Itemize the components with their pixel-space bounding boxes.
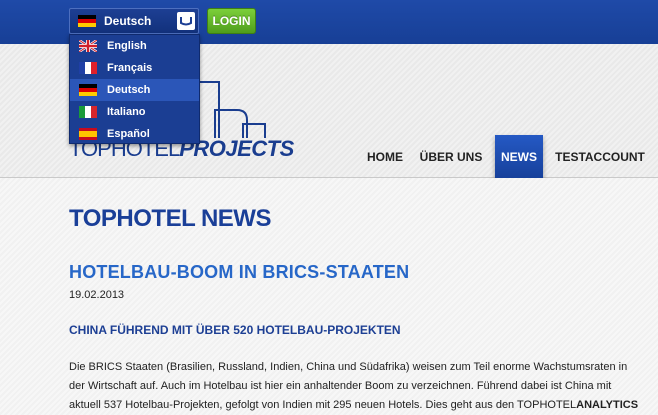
article-body-line: aktuell 537 Hotelbau-Projekten, gefolgt …	[69, 396, 658, 415]
spain-flag-icon	[79, 128, 97, 140]
nav-home[interactable]: HOME	[363, 137, 407, 177]
language-item-espanol[interactable]: Español	[70, 123, 199, 145]
article-title[interactable]: HOTELBAU-BOOM IN BRICS-STAATEN	[69, 262, 409, 283]
article-body-line: der Wirtschaft auf. Auch im Hotelbau ist…	[69, 380, 612, 392]
language-item-label: Deutsch	[107, 84, 151, 96]
article-body-line: Die BRICS Staaten (Brasilien, Russland, …	[69, 361, 628, 373]
language-item-deutsch[interactable]: Deutsch	[70, 79, 199, 101]
nav-news[interactable]: NEWS	[495, 135, 543, 179]
language-menu: English Français Deutsch Italiano Españo…	[69, 34, 200, 144]
article-body: Die BRICS Staaten (Brasilien, Russland, …	[69, 358, 658, 415]
article-body-highlight: ANALYTICS	[576, 399, 639, 411]
nav-ueber-uns[interactable]: ÜBER UNS	[417, 137, 485, 177]
language-item-italiano[interactable]: Italiano	[70, 101, 199, 123]
language-item-label: Español	[107, 128, 150, 140]
language-item-label: English	[107, 40, 147, 52]
language-item-francais[interactable]: Français	[70, 57, 199, 79]
language-item-english[interactable]: English	[70, 35, 199, 57]
article-date: 19.02.2013	[69, 289, 125, 301]
france-flag-icon	[79, 62, 97, 74]
language-item-label: Italiano	[107, 106, 146, 118]
language-select-value: Deutsch	[104, 14, 152, 28]
germany-flag-icon	[78, 15, 96, 27]
nav-testaccount[interactable]: TESTACCOUNT	[553, 137, 647, 177]
language-item-label: Français	[107, 62, 153, 74]
language-select[interactable]: Deutsch	[69, 8, 199, 34]
germany-flag-icon	[79, 84, 97, 96]
italy-flag-icon	[79, 106, 97, 118]
dropdown-toggle-icon[interactable]	[177, 12, 195, 30]
article-body-text: aktuell 537 Hotelbau-Projekten, gefolgt …	[69, 399, 577, 411]
article-subtitle: CHINA FÜHREND MIT ÜBER 520 HOTELBAU-PROJ…	[69, 323, 401, 337]
login-button[interactable]: LOGIN	[207, 8, 256, 34]
section-title: TOPHOTEL NEWS	[69, 205, 271, 232]
uk-flag-icon	[79, 40, 97, 52]
